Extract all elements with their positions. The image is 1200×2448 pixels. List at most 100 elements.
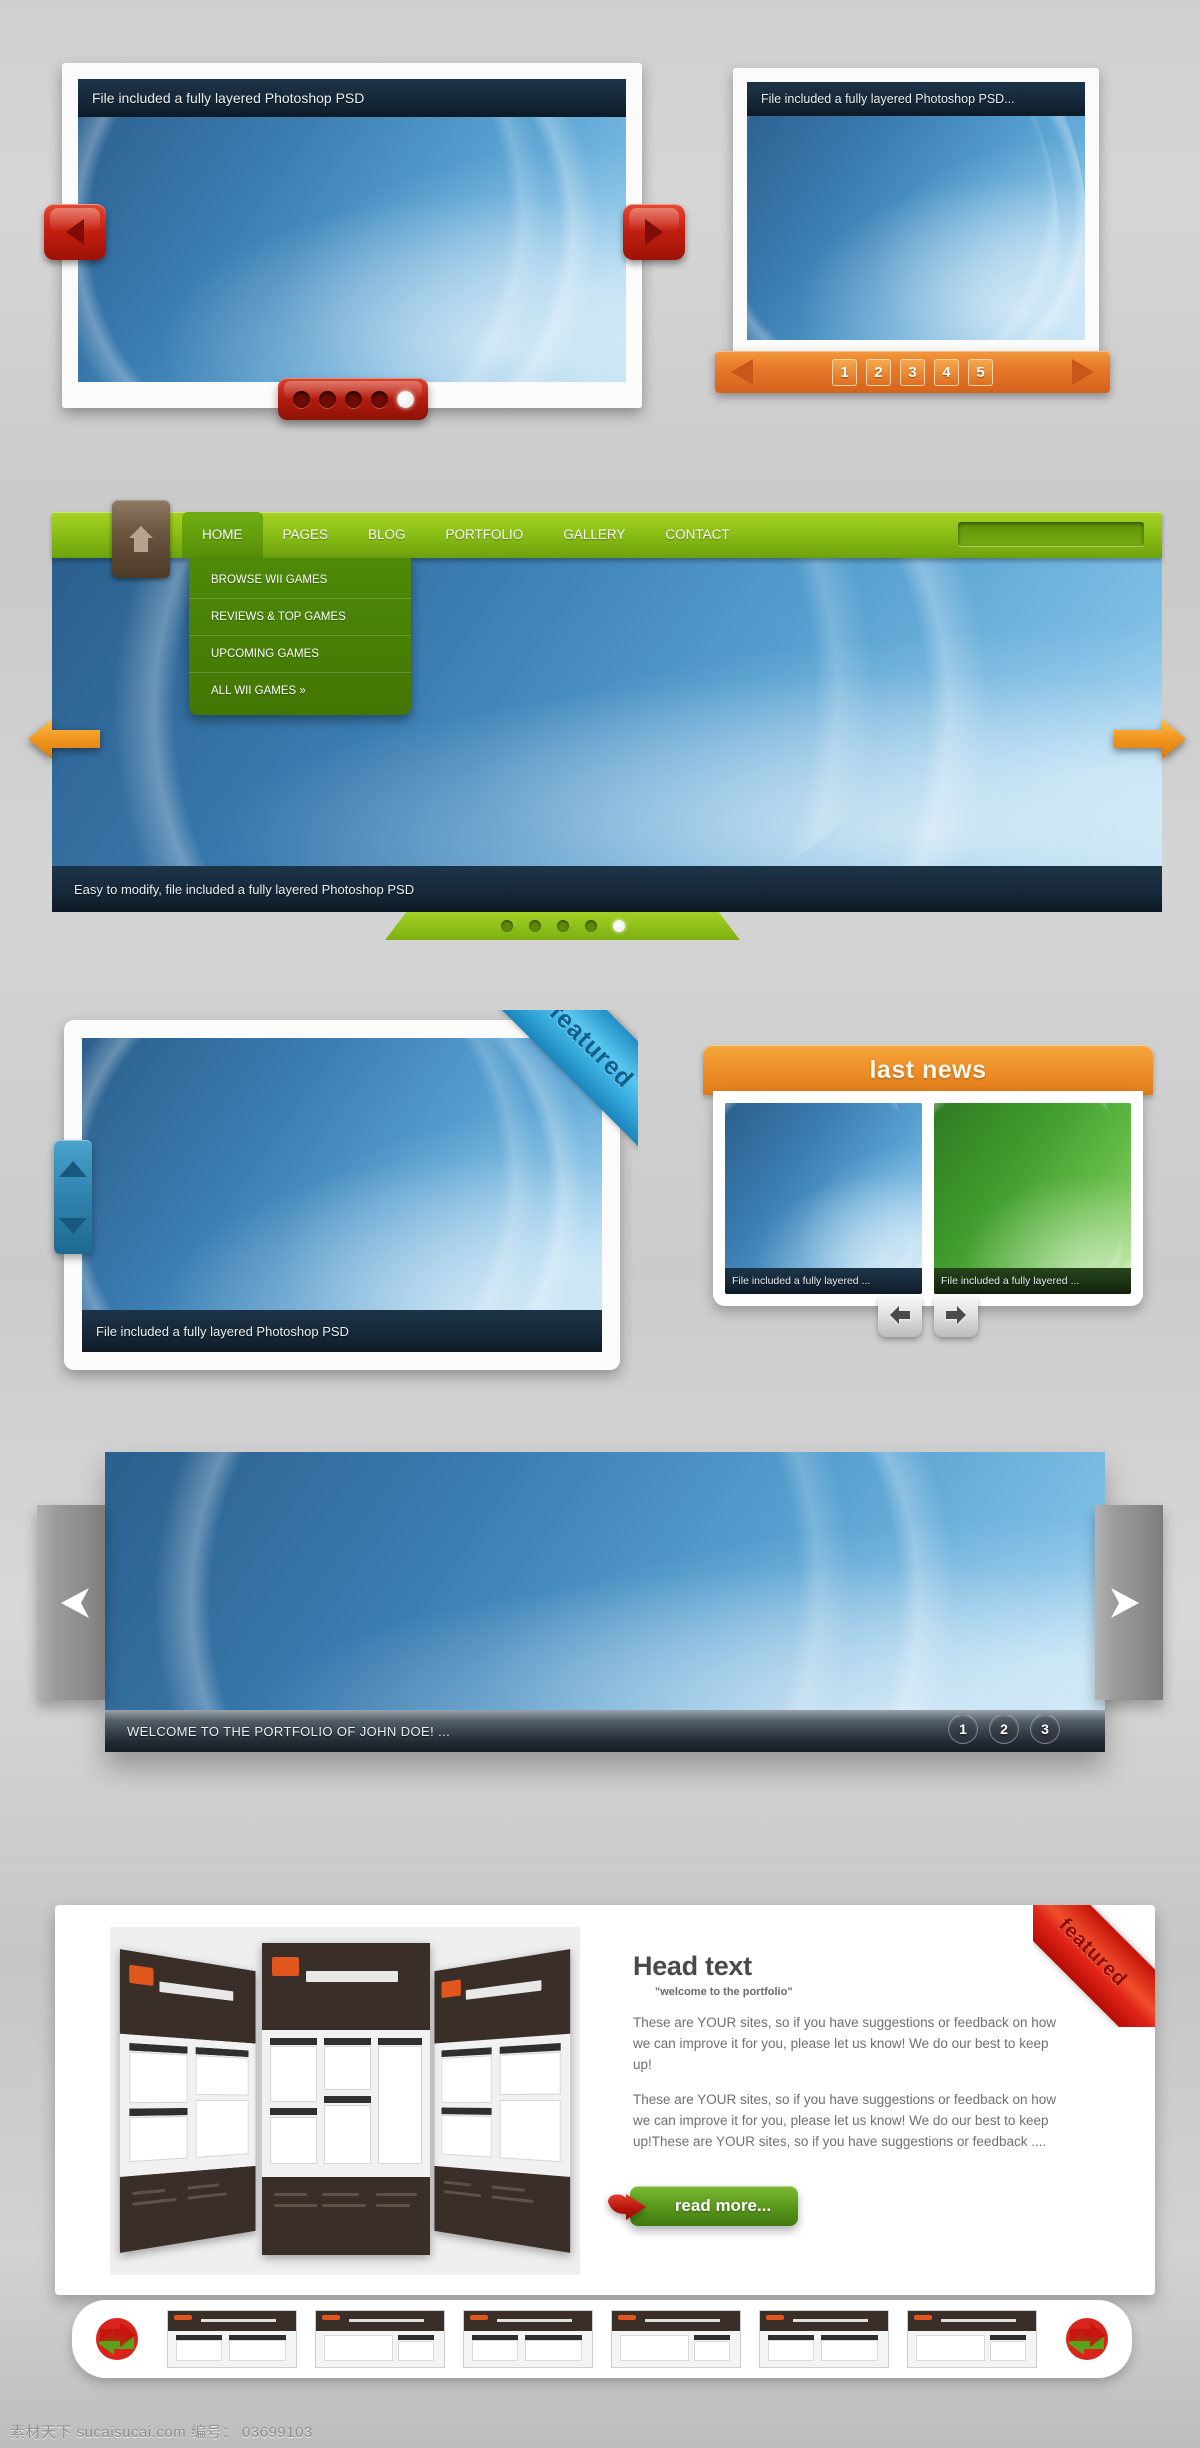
hero-dot[interactable] (528, 920, 541, 932)
slide-dot-active[interactable] (396, 390, 414, 408)
hero-dot[interactable] (556, 920, 569, 932)
carousel-next-button[interactable] (1058, 2313, 1116, 2365)
dropdown-item-browse[interactable]: BROWSE WII GAMES (189, 562, 411, 599)
page-button[interactable]: 1 (832, 358, 857, 386)
prev-button[interactable] (44, 204, 106, 260)
slide-image: File included a fully layered Photoshop … (747, 82, 1085, 340)
hero-dots-nav (385, 912, 740, 940)
hero-next-button[interactable] (1112, 717, 1188, 761)
news-caption: File included a fully layered ... (725, 1268, 922, 1294)
nav-hero-panel: Easy to modify, file included a fully la… (28, 500, 1186, 940)
arrow-left-icon (61, 1587, 89, 1618)
prev-arrow-icon[interactable] (731, 359, 753, 385)
nav-item-contact[interactable]: CONTACT (645, 512, 749, 558)
nav-item-home[interactable]: HOME (182, 512, 263, 558)
carousel-thumb[interactable] (167, 2310, 297, 2368)
dropdown-item-all[interactable]: ALL WII GAMES » (189, 673, 411, 709)
next-arrow-icon[interactable] (1072, 359, 1094, 385)
last-news-title: last news (869, 1055, 987, 1084)
featured-caption: File included a fully layered Photoshop … (82, 1310, 602, 1352)
carousel-thumb[interactable] (315, 2310, 445, 2368)
slider-panel-red: File included a fully layered Photoshop … (62, 63, 642, 408)
arrow-right-icon (645, 219, 663, 245)
portfolio-page-button[interactable]: 1 (948, 1714, 978, 1744)
nav-item-gallery[interactable]: GALLERY (543, 512, 645, 558)
portfolio-prev-button[interactable] (37, 1505, 105, 1700)
pagination-bar-orange: 1 2 3 4 5 (715, 351, 1110, 393)
slide-image: File included a fully layered Photoshop … (78, 79, 626, 382)
dropdown-item-reviews[interactable]: REVIEWS & TOP GAMES (189, 599, 411, 636)
slide-dots-nav (278, 378, 428, 420)
hero-dot[interactable] (500, 920, 513, 932)
site-preview-collage (110, 1927, 580, 2275)
arrow-left-icon (890, 1306, 910, 1324)
arrow-up-icon[interactable] (59, 1160, 87, 1177)
news-prev-button[interactable] (878, 1293, 922, 1337)
last-news-body: File included a fully layered ... File i… (713, 1091, 1143, 1306)
carousel-thumb[interactable] (759, 2310, 889, 2368)
body-paragraph-2: These are YOUR sites, so if you have sug… (633, 2092, 1056, 2149)
portfolio-page-button[interactable]: 3 (1030, 1714, 1060, 1744)
head-text-card: Head text "welcome to the portfolio" The… (55, 1905, 1155, 2295)
news-thumb-image: File included a fully layered ... (934, 1103, 1131, 1294)
arrow-left-icon (66, 219, 84, 245)
read-more-label: read more... (674, 2196, 772, 2215)
page-button[interactable]: 2 (866, 358, 891, 386)
slide-dot[interactable] (318, 390, 336, 408)
slide-caption: File included a fully layered Photoshop … (78, 79, 626, 117)
carousel-thumb[interactable] (907, 2310, 1037, 2368)
footer-watermark: 素材天下 sucaisucai.com 编号： 03699103 (10, 2424, 313, 2441)
arrow-right-icon (946, 1306, 966, 1324)
news-item[interactable]: File included a fully layered ... (934, 1103, 1131, 1294)
carousel-prev-button[interactable] (88, 2313, 146, 2365)
body-paragraph-1: These are YOUR sites, so if you have sug… (633, 2015, 1056, 2072)
house-icon (129, 526, 153, 552)
slide-dot[interactable] (344, 390, 362, 408)
carousel-thumb[interactable] (611, 2310, 741, 2368)
recycle-arrow-icon (1066, 2318, 1108, 2360)
arrow-right-icon (1114, 719, 1186, 759)
page-button[interactable]: 4 (934, 358, 959, 386)
nav-item-blog[interactable]: BLOG (348, 512, 426, 558)
last-news-header: last news (703, 1045, 1153, 1095)
last-news-nav (853, 1293, 1003, 1337)
arrow-curve-icon (608, 2194, 646, 2220)
featured-image: File included a fully layered Photoshop … (82, 1038, 602, 1352)
hero-prev-button[interactable] (26, 717, 102, 761)
news-next-button[interactable] (934, 1293, 978, 1337)
slide-dot[interactable] (292, 390, 310, 408)
last-news-widget: last news File included a fully layered … (703, 1045, 1153, 1345)
site-mockup (119, 1949, 256, 2253)
nav-items: HOME PAGES BLOG PORTFOLIO GALLERY CONTAC… (182, 512, 750, 558)
home-logo-button[interactable] (112, 500, 170, 578)
portfolio-next-button[interactable] (1095, 1505, 1163, 1700)
search-input[interactable] (958, 522, 1144, 546)
head-text-column: Head text "welcome to the portfolio" The… (633, 1951, 1063, 2152)
slide-caption: File included a fully layered Photoshop … (747, 82, 1085, 116)
read-more-button[interactable]: read more... (608, 2186, 798, 2226)
news-caption: File included a fully layered ... (934, 1268, 1131, 1294)
portfolio-page-button[interactable]: 2 (989, 1714, 1019, 1744)
arrow-left-icon (28, 719, 100, 759)
news-item[interactable]: File included a fully layered ... (725, 1103, 922, 1294)
hero-dot[interactable] (584, 920, 597, 932)
page-button[interactable]: 5 (968, 358, 993, 386)
next-button[interactable] (623, 204, 685, 260)
portfolio-slider: WELCOME TO THE PORTFOLIO OF JOHN DOE! ..… (105, 1452, 1105, 1752)
page-button[interactable]: 3 (900, 358, 925, 386)
page-title: Head text (633, 1951, 752, 1981)
dropdown-item-upcoming[interactable]: UPCOMING GAMES (189, 636, 411, 673)
site-mockup (434, 1949, 571, 2253)
hero-caption: Easy to modify, file included a fully la… (52, 866, 1162, 912)
hero-dot-active[interactable] (612, 920, 625, 932)
slider-panel-orange: File included a fully layered Photoshop … (733, 68, 1099, 354)
arrow-down-icon[interactable] (59, 1217, 87, 1234)
carousel-thumb[interactable] (463, 2310, 593, 2368)
site-mockup (262, 1943, 430, 2255)
nav-item-pages[interactable]: PAGES (263, 512, 349, 558)
ribbon-label: featured (1053, 1914, 1131, 1992)
page-subtitle: "welcome to the portfolio" (655, 1986, 793, 1998)
nav-item-portfolio[interactable]: PORTFOLIO (426, 512, 544, 558)
nav-dropdown-menu: BROWSE WII GAMES REVIEWS & TOP GAMES UPC… (189, 558, 411, 715)
slide-dot[interactable] (370, 390, 388, 408)
